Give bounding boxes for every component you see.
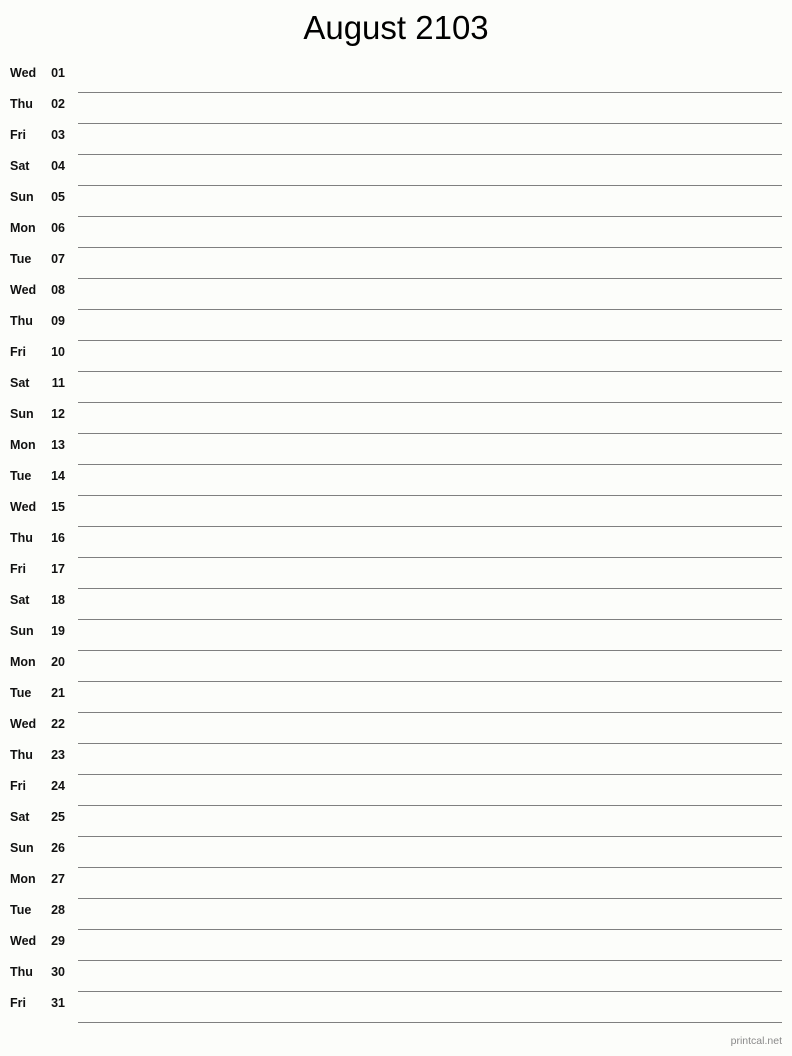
day-row: Sat 25 — [0, 806, 792, 837]
day-number-label: 23 — [51, 748, 65, 762]
day-row: Sat 04 — [0, 155, 792, 186]
day-row: Sat 18 — [0, 589, 792, 620]
day-row: Wed 29 — [0, 930, 792, 961]
day-row: Thu 30 — [0, 961, 792, 992]
day-number-label: 09 — [51, 314, 65, 328]
day-number-label: 30 — [51, 965, 65, 979]
day-row: Thu 09 — [0, 310, 792, 341]
day-number-label: 16 — [51, 531, 65, 545]
day-number-label: 28 — [51, 903, 65, 917]
day-number-label: 24 — [51, 779, 65, 793]
day-row: Tue 07 — [0, 248, 792, 279]
day-row: Wed 22 — [0, 713, 792, 744]
day-number-label: 17 — [51, 562, 65, 576]
day-number-label: 10 — [51, 345, 65, 359]
day-number-label: 08 — [51, 283, 65, 297]
day-number-label: 06 — [51, 221, 65, 235]
day-row: Wed 08 — [0, 279, 792, 310]
day-number-label: 02 — [51, 97, 65, 111]
day-row: Fri 31 — [0, 992, 792, 1023]
day-number-label: 13 — [51, 438, 65, 452]
day-row: Wed 01 — [0, 62, 792, 93]
day-row: Mon 13 — [0, 434, 792, 465]
day-row: Thu 02 — [0, 93, 792, 124]
day-row: Tue 14 — [0, 465, 792, 496]
day-row: Wed 15 — [0, 496, 792, 527]
day-row: Mon 06 — [0, 217, 792, 248]
day-number-label: 07 — [51, 252, 65, 266]
day-number-label: 18 — [51, 593, 65, 607]
day-row: Sun 12 — [0, 403, 792, 434]
day-row: Sun 19 — [0, 620, 792, 651]
day-row: Fri 24 — [0, 775, 792, 806]
footer-credit: printcal.net — [730, 1035, 782, 1047]
day-number-label: 14 — [51, 469, 65, 483]
day-number-label: 25 — [51, 810, 65, 824]
day-row: Tue 28 — [0, 899, 792, 930]
day-number-label: 01 — [51, 66, 65, 80]
day-number-label: 19 — [51, 624, 65, 638]
day-number-label: 29 — [51, 934, 65, 948]
page-title: August 2103 — [303, 9, 489, 46]
calendar-page: August 2103 Wed 01 Thu 02 Fri 03 Sat 04 Sun 05 Mon… — [0, 0, 792, 1056]
day-row: Tue 21 — [0, 682, 792, 713]
day-row: Thu 16 — [0, 527, 792, 558]
day-row-list: Wed 01 Thu 02 Fri 03 Sat 04 Sun 05 Mon 06 Tue 07 Wed 08… — [0, 62, 792, 1023]
day-row: Thu 23 — [0, 744, 792, 775]
day-number-label: 15 — [51, 500, 65, 514]
day-row: Sun 26 — [0, 837, 792, 868]
day-number-label: 26 — [51, 841, 65, 855]
day-writing-line[interactable] — [78, 1022, 782, 1023]
day-number-label: 04 — [51, 159, 65, 173]
day-row: Sat 11 — [0, 372, 792, 403]
day-row: Sun 05 — [0, 186, 792, 217]
day-row: Fri 10 — [0, 341, 792, 372]
day-number-label: 31 — [51, 996, 65, 1010]
day-number-label: 21 — [51, 686, 65, 700]
day-row: Mon 20 — [0, 651, 792, 682]
day-number-label: 11 — [51, 376, 65, 390]
day-number-label: 12 — [51, 407, 65, 421]
day-row: Fri 17 — [0, 558, 792, 589]
day-number-label: 20 — [51, 655, 65, 669]
day-number-label: 27 — [51, 872, 65, 886]
day-number-label: 03 — [51, 128, 65, 142]
day-number-label: 22 — [51, 717, 65, 731]
day-row: Mon 27 — [0, 868, 792, 899]
day-number-label: 05 — [51, 190, 65, 204]
day-row: Fri 03 — [0, 124, 792, 155]
